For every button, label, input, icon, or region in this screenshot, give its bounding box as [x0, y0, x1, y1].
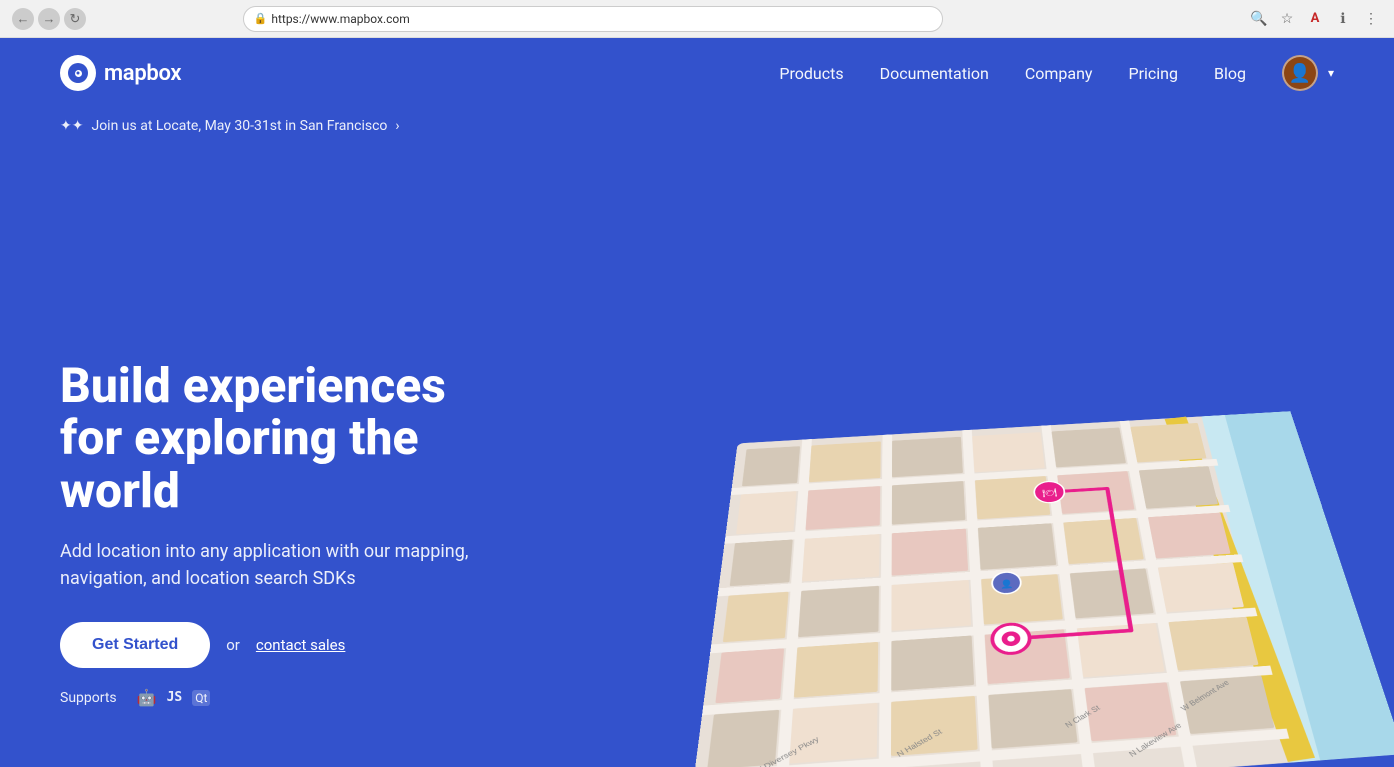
avatar: 👤 — [1282, 55, 1318, 91]
browser-chrome: ← → ↻ 🔒 https://www.mapbox.com 🔍 ☆ A ℹ ⋮ — [0, 0, 1394, 38]
website: mapbox Products Documentation Company Pr… — [0, 38, 1394, 767]
hero-title: Build experiences for exploring the worl… — [60, 360, 520, 518]
hero-section: Build experiences for exploring the worl… — [0, 118, 1394, 767]
zoom-button[interactable]: 🔍 — [1248, 8, 1270, 30]
logo-inner — [68, 63, 88, 83]
user-menu[interactable]: 👤 ▾ — [1282, 55, 1334, 91]
svg-text:🍽: 🍽 — [1041, 488, 1057, 499]
info-button[interactable]: ℹ — [1332, 8, 1354, 30]
hero-cta: Get Started or contact sales — [60, 622, 520, 668]
android-icon: 🤖 — [137, 688, 157, 707]
url-text: https://www.mapbox.com — [271, 12, 409, 26]
nav-blog[interactable]: Blog — [1214, 64, 1246, 83]
bookmark-button[interactable]: ☆ — [1276, 8, 1298, 30]
js-icon: JS — [167, 690, 183, 705]
main-nav: Products Documentation Company Pricing B… — [779, 55, 1334, 91]
logo-link[interactable]: mapbox — [60, 55, 181, 91]
browser-right-controls: 🔍 ☆ A ℹ ⋮ — [1248, 8, 1382, 30]
reload-button[interactable]: ↻ — [64, 8, 86, 30]
nav-documentation[interactable]: Documentation — [880, 64, 989, 83]
logo-icon — [60, 55, 96, 91]
browser-nav-buttons: ← → ↻ — [12, 8, 86, 30]
logo-text: mapbox — [104, 61, 181, 86]
map-visual: W Diversey Pkwy N Halsted St N Clark St … — [689, 407, 1394, 767]
get-started-button[interactable]: Get Started — [60, 622, 210, 668]
forward-button[interactable]: → — [38, 8, 60, 30]
qt-icon: Qt — [192, 690, 210, 706]
extension-icon[interactable]: A — [1304, 8, 1326, 30]
hero-content: Build experiences for exploring the worl… — [0, 360, 580, 767]
contact-sales-link[interactable]: contact sales — [256, 636, 345, 654]
chevron-down-icon: ▾ — [1328, 66, 1334, 80]
nav-company[interactable]: Company — [1025, 64, 1093, 83]
nav-pricing[interactable]: Pricing — [1129, 64, 1179, 83]
back-button[interactable]: ← — [12, 8, 34, 30]
secure-icon: 🔒 — [254, 12, 268, 25]
supports-label: Supports — [60, 690, 117, 706]
address-bar[interactable]: 🔒 https://www.mapbox.com — [243, 6, 943, 32]
nav-products[interactable]: Products — [779, 64, 843, 83]
svg-text:👤: 👤 — [999, 579, 1013, 590]
hero-subtitle: Add location into any application with o… — [60, 538, 490, 592]
map-svg: W Diversey Pkwy N Halsted St N Clark St … — [689, 407, 1394, 767]
logo-dot — [75, 70, 82, 77]
or-text: or — [226, 636, 240, 654]
supports-row: Supports 🤖 JS Qt — [60, 688, 520, 707]
menu-button[interactable]: ⋮ — [1360, 8, 1382, 30]
site-header: mapbox Products Documentation Company Pr… — [0, 38, 1394, 108]
